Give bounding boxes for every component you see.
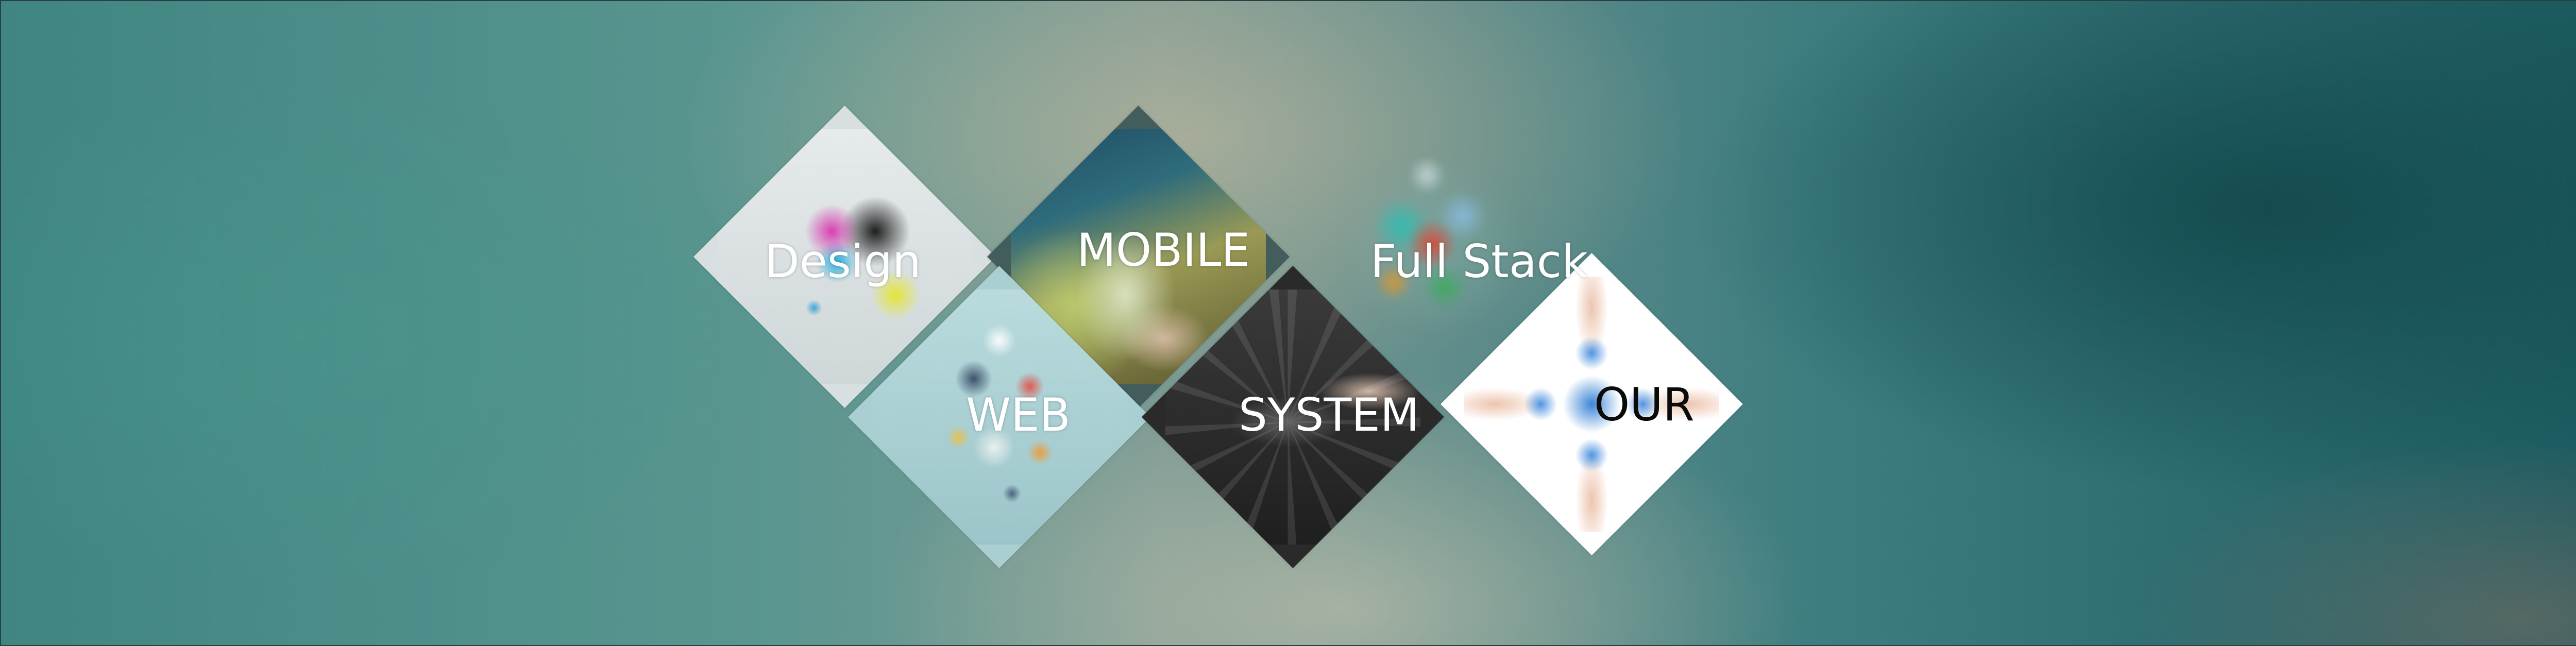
mobile-label[interactable]: MOBILE bbox=[1077, 228, 1250, 273]
design-label[interactable]: Design bbox=[765, 239, 921, 284]
hero-banner: Design MOBILE Full Stack WEB SYSTEM OUR bbox=[0, 0, 2576, 646]
system-label[interactable]: SYSTEM bbox=[1239, 393, 1419, 438]
our-label[interactable]: OUR bbox=[1594, 382, 1694, 428]
fullstack-label[interactable]: Full Stack bbox=[1370, 239, 1588, 284]
web-label[interactable]: WEB bbox=[966, 393, 1071, 438]
